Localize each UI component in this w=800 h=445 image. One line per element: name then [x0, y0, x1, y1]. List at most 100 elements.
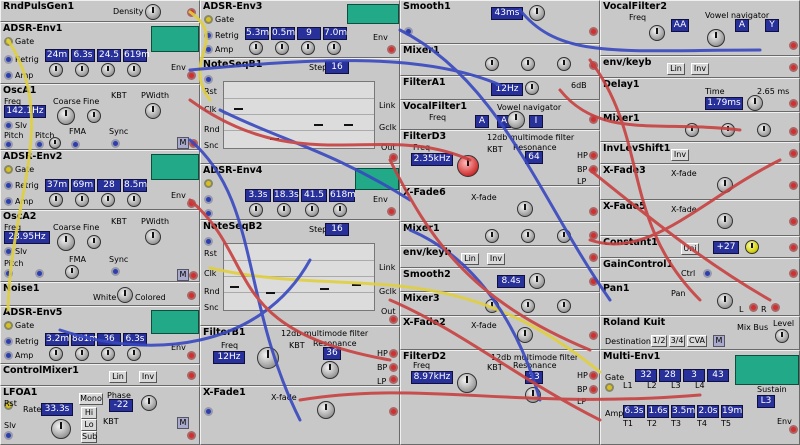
retrig-jack[interactable]: [204, 195, 213, 204]
attack-knob[interactable]: [249, 41, 263, 55]
amp-jack[interactable]: [4, 71, 13, 80]
dest-option-1-2[interactable]: 1/2: [651, 335, 667, 347]
decay-knob[interactable]: [275, 41, 289, 55]
xfade-knob[interactable]: [717, 177, 733, 193]
mix-out-jack[interactable]: [589, 61, 598, 70]
module-adsr-env3[interactable]: ADSR-Env3 Gate Retrig Amp 5.3m 0.5m 9 7.…: [200, 0, 400, 58]
density-knob[interactable]: [145, 4, 161, 20]
hi-button[interactable]: Hi: [81, 407, 97, 419]
env-out-jack[interactable]: [387, 207, 396, 216]
xfade-out-jack[interactable]: [589, 331, 598, 340]
sequencer-grid[interactable]: [223, 243, 375, 311]
module-xfade5[interactable]: X-Fade5 X-fade: [600, 200, 800, 236]
module-lfoa1[interactable]: LFOA1 Rst Slv Rate 33.3s Phase -22 Mono …: [0, 386, 200, 445]
module-xfade2[interactable]: X-Fade2 X-fade: [400, 316, 600, 350]
module-mixer1-a[interactable]: Mixer1: [400, 44, 600, 76]
out-jack[interactable]: [789, 63, 798, 72]
attack-knob[interactable]: [249, 203, 263, 217]
sustain-knob[interactable]: [101, 63, 115, 77]
module-mixer3[interactable]: Mixer3: [400, 292, 600, 316]
env-out-jack[interactable]: [187, 71, 196, 80]
xfade-knob[interactable]: [317, 401, 335, 419]
freq-knob[interactable]: [525, 81, 539, 95]
lp-out-jack[interactable]: [389, 375, 398, 384]
left-out-jack[interactable]: [749, 303, 758, 312]
level-knob[interactable]: [775, 329, 789, 343]
bp-out-jack[interactable]: [589, 385, 598, 394]
pitch-jack[interactable]: [4, 140, 13, 149]
lfo-out-jack[interactable]: [187, 431, 196, 440]
module-osca2[interactable]: OscA2 Freq 23.95Hz Coarse Fine KBT PWidt…: [0, 210, 200, 282]
gate-jack[interactable]: [204, 179, 213, 188]
resonance-knob[interactable]: [321, 361, 339, 379]
sub-button[interactable]: Sub: [81, 431, 97, 443]
module-filterd2[interactable]: FilterD2 12db multimode filter Freq 8.97…: [400, 350, 600, 445]
decay-knob[interactable]: [75, 63, 89, 77]
pwidth-knob[interactable]: [145, 103, 161, 119]
amp-jack[interactable]: [204, 45, 213, 54]
slv-jack[interactable]: [4, 431, 13, 440]
env-out-jack[interactable]: [387, 45, 396, 54]
release-knob[interactable]: [333, 203, 347, 217]
sustain-knob[interactable]: [101, 347, 115, 361]
bp-out-jack[interactable]: [589, 165, 598, 174]
smooth-out-jack[interactable]: [589, 277, 598, 286]
osc-out-jack[interactable]: [189, 271, 198, 280]
fma-knob[interactable]: [65, 265, 79, 279]
module-constant1[interactable]: Constant1 Uni +27: [600, 236, 800, 258]
mix-knob-2[interactable]: [721, 123, 735, 137]
mute-button[interactable]: M: [177, 269, 189, 281]
module-smooth2[interactable]: Smooth2 8.4s: [400, 268, 600, 292]
retrig-jack[interactable]: [4, 181, 13, 190]
mix-out-jack[interactable]: [589, 231, 598, 240]
constant-out-jack[interactable]: [789, 243, 798, 252]
hp-out-jack[interactable]: [589, 151, 598, 160]
mix-knob-1[interactable]: [485, 299, 499, 313]
module-env-keyb-2[interactable]: env/keyb Lin Inv: [600, 56, 800, 78]
freq-knob[interactable]: [457, 155, 479, 177]
decay-knob[interactable]: [277, 203, 291, 217]
mix-knob-2[interactable]: [521, 299, 535, 313]
mix-knob-1[interactable]: [685, 123, 699, 137]
mix-out-jack[interactable]: [789, 127, 798, 136]
fine-knob[interactable]: [87, 109, 101, 123]
smooth-knob[interactable]: [529, 273, 545, 289]
module-roland-kuit[interactable]: Roland Kuit Mix Bus Level Destination 1/…: [600, 316, 800, 350]
mix-knob-1[interactable]: [485, 229, 499, 243]
release-knob[interactable]: [127, 347, 141, 361]
attack-knob[interactable]: [49, 63, 63, 77]
xfade-out-jack[interactable]: [589, 207, 598, 216]
lin-button[interactable]: Lin: [109, 371, 127, 383]
dest-option-3-4[interactable]: 3/4: [669, 335, 685, 347]
module-controlmixer1[interactable]: ControlMixer1 Lin Inv: [0, 364, 200, 386]
mix-knob-3[interactable]: [557, 57, 571, 71]
freq-knob[interactable]: [457, 373, 477, 393]
module-osca1[interactable]: OscA1 Freq 142.1Hz Coarse Fine KBT PWidt…: [0, 84, 200, 150]
freq-knob[interactable]: [649, 25, 665, 41]
gate-jack[interactable]: [4, 321, 13, 330]
xfade-knob[interactable]: [717, 213, 733, 229]
module-vocalfilter2[interactable]: VocalFilter2 Vowel navigator Freq AA A Y: [600, 0, 800, 56]
retrig-jack[interactable]: [204, 31, 213, 40]
release-knob[interactable]: [327, 41, 341, 55]
osc-out-jack[interactable]: [189, 139, 198, 148]
pitch-mod-knob[interactable]: [49, 137, 61, 149]
module-adsr-env1[interactable]: ADSR-Env1 Gate Retrig Amp 24m 6.3s 24.5 …: [0, 22, 200, 84]
lin-button[interactable]: Lin: [461, 253, 479, 265]
gate-jack[interactable]: [4, 37, 13, 46]
decay-knob[interactable]: [75, 347, 89, 361]
mute-button[interactable]: M: [177, 137, 189, 149]
output-jack[interactable]: [187, 8, 196, 17]
dest-option-cva[interactable]: CVA: [687, 335, 707, 347]
module-adsr-env2[interactable]: ADSR-Env2 Gate Retrig Amp 37m 69m 28 8.5…: [0, 150, 200, 210]
lin-button[interactable]: Lin: [667, 63, 685, 75]
inv-button[interactable]: Inv: [671, 149, 689, 161]
inv-button[interactable]: Inv: [691, 63, 709, 75]
sustain-knob[interactable]: [305, 203, 319, 217]
module-multi-env1[interactable]: Multi-Env1 Gate Amp 32 28 3 43 L1 L2 L3 …: [600, 350, 800, 445]
mix-out-jack[interactable]: [187, 371, 196, 380]
retrig-jack[interactable]: [4, 337, 13, 346]
resonance-knob[interactable]: [525, 387, 541, 403]
module-delay1[interactable]: Delay1 Time 1.79ms 2.65 ms: [600, 78, 800, 112]
release-knob[interactable]: [127, 63, 141, 77]
